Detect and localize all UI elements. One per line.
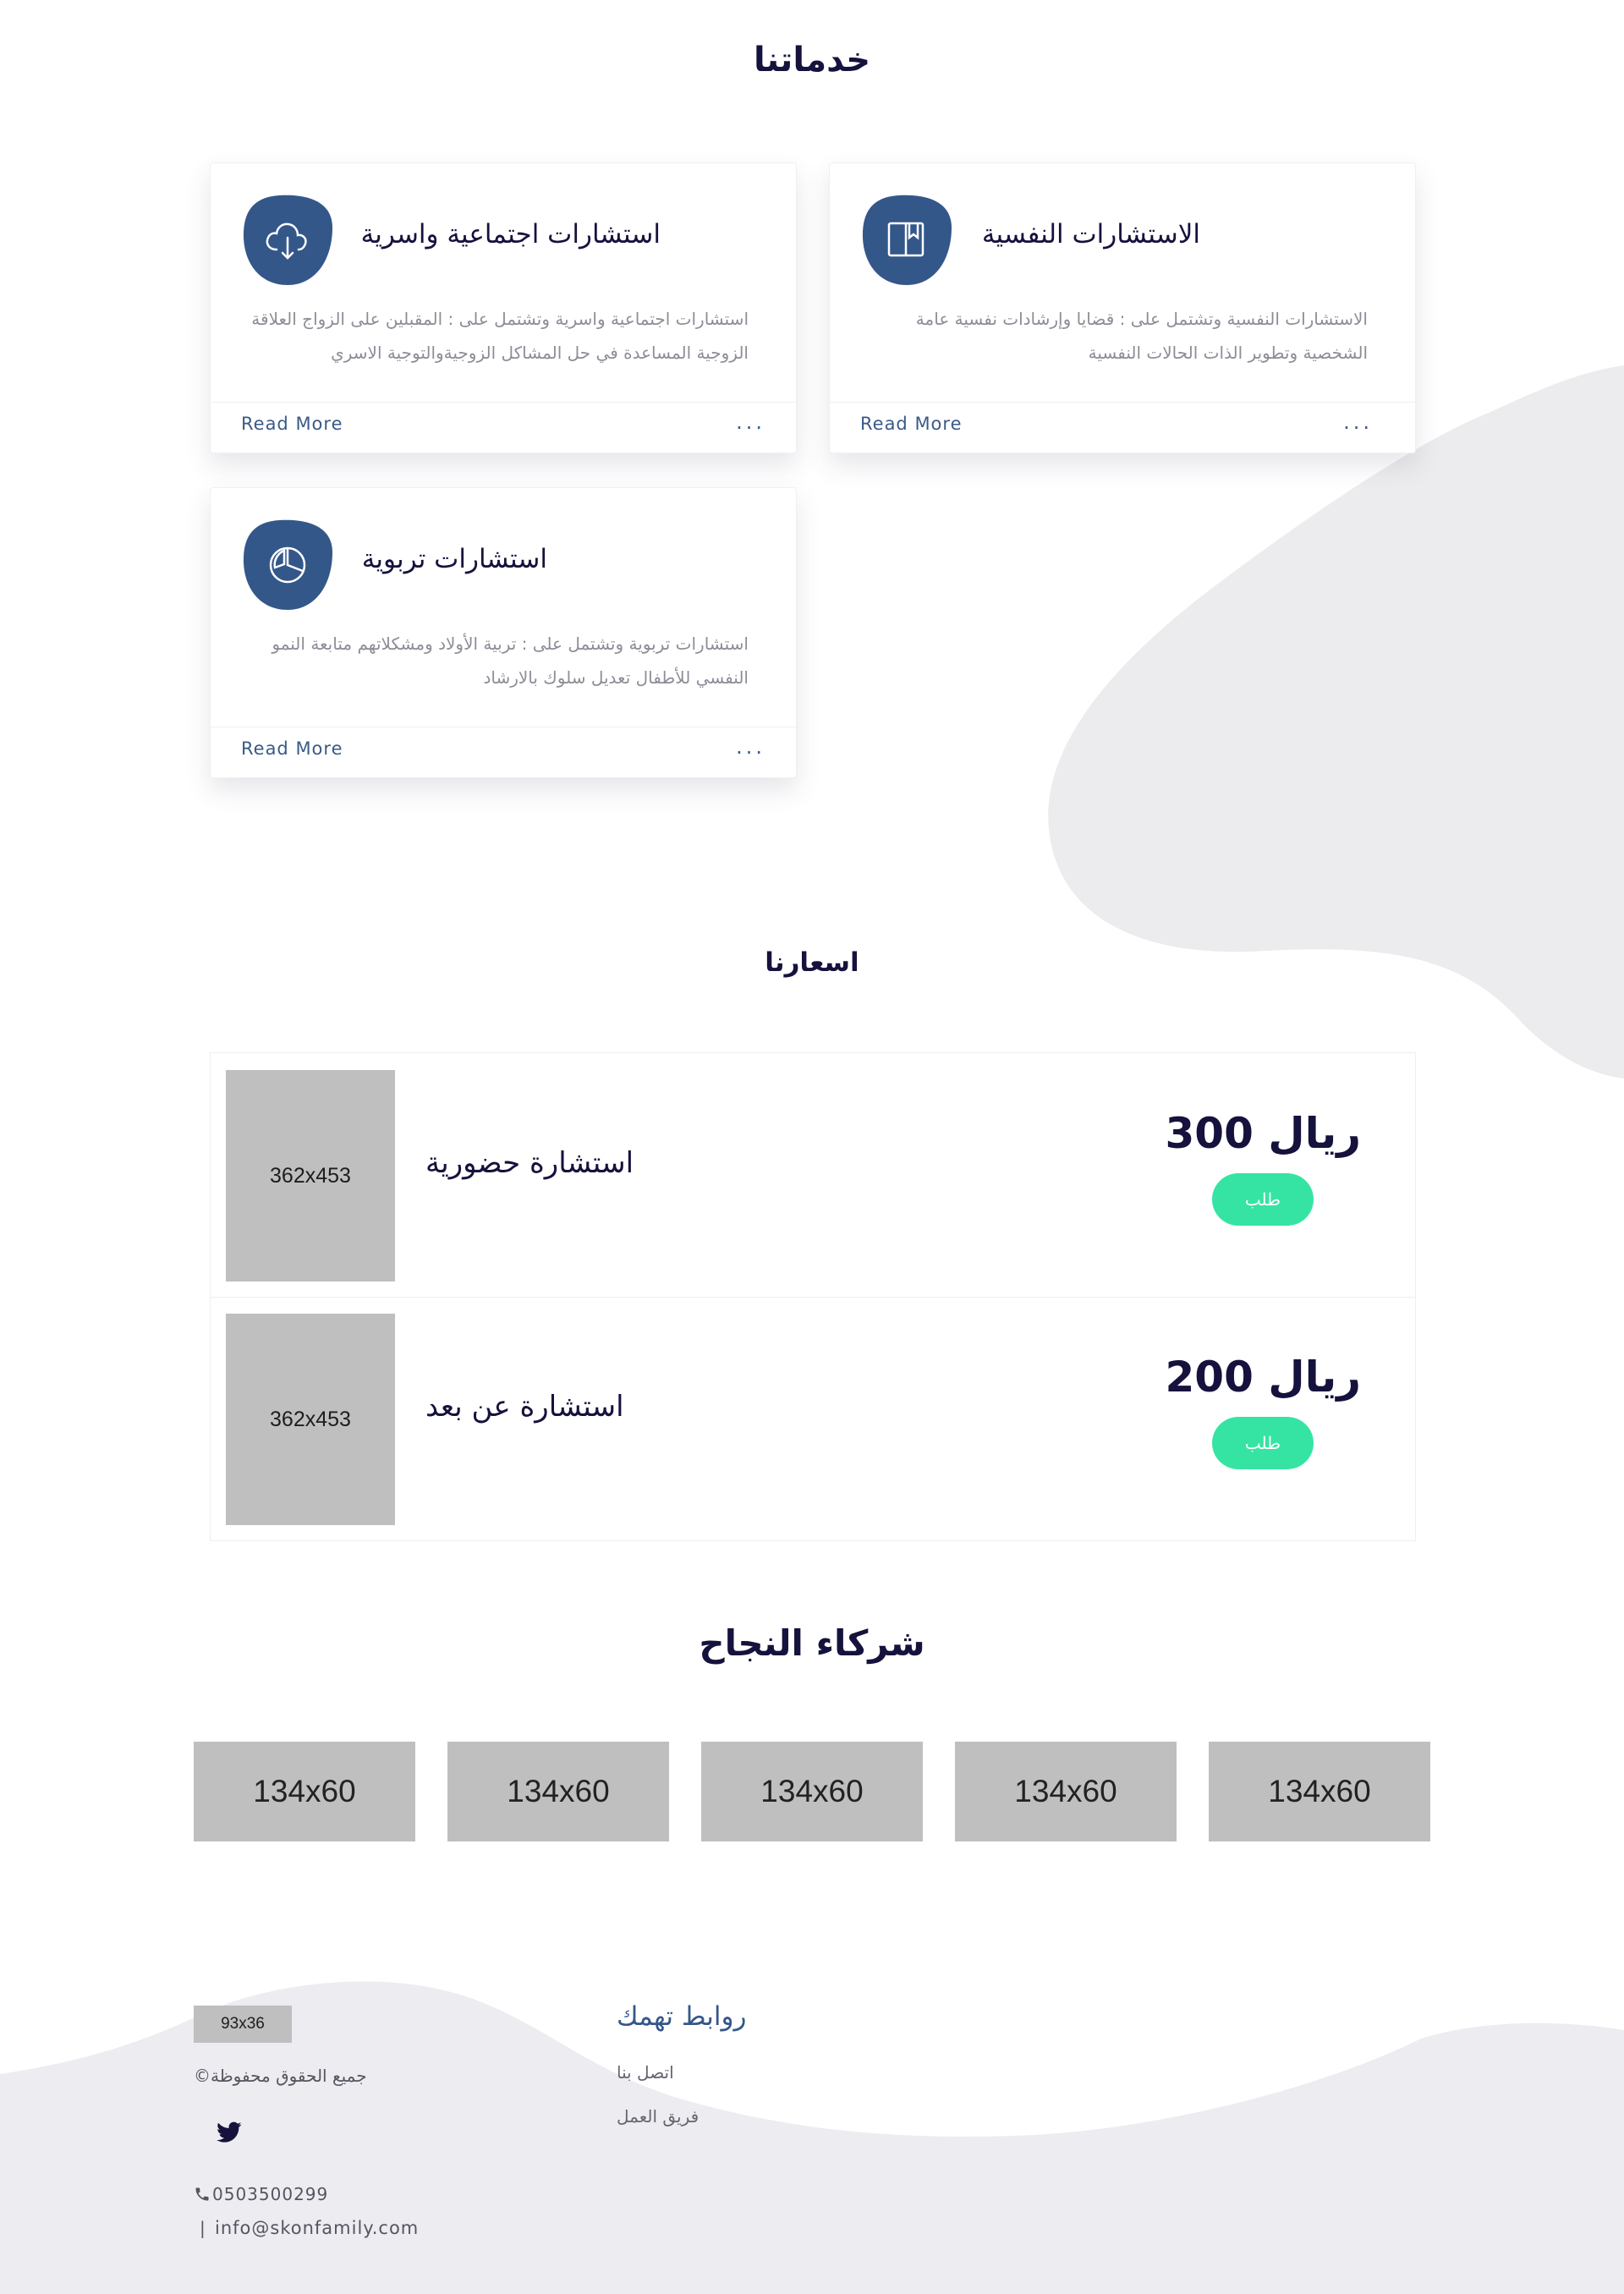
partner-logo[interactable]: 134x60 bbox=[1209, 1742, 1430, 1841]
card-title: الاستشارات النفسية bbox=[981, 219, 1200, 250]
services-title: خدماتنا bbox=[753, 41, 871, 80]
pricing-item-name: استشارة عن بعد bbox=[425, 1390, 624, 1424]
footer-link-team[interactable]: فريق العمل bbox=[617, 2106, 699, 2127]
more-dots-button[interactable]: ... bbox=[736, 410, 765, 434]
order-button[interactable]: طلب bbox=[1212, 1417, 1314, 1469]
card-description: الاستشارات النفسية وتشتمل على : قضايا وإ… bbox=[915, 309, 1368, 363]
pricing-row: 362x453 استشارة حضورية ريال 300 طلب bbox=[211, 1053, 1415, 1297]
card-divider bbox=[211, 402, 796, 403]
card-description: استشارات تربوية وتشتمل على : تربية الأول… bbox=[272, 634, 749, 688]
phone-icon bbox=[195, 2187, 209, 2201]
more-dots-button[interactable]: ... bbox=[736, 735, 765, 759]
partner-logo[interactable]: 134x60 bbox=[701, 1742, 923, 1841]
copyright-text: جميع الحقوق محفوظة© bbox=[194, 2066, 367, 2086]
cloud-download-icon bbox=[243, 195, 332, 285]
card-divider bbox=[830, 402, 1415, 403]
email-separator: | bbox=[200, 2218, 206, 2238]
service-image-placeholder: 362x453 bbox=[226, 1314, 395, 1525]
service-card-educational[interactable]: استشارات تربوية استشارات تربوية وتشتمل ع… bbox=[210, 487, 797, 778]
card-description: استشارات اجتماعية واسرية وتشتمل على : ال… bbox=[251, 309, 749, 363]
book-icon bbox=[862, 195, 952, 285]
pricing-title: اسعارنا bbox=[765, 947, 859, 978]
read-more-link[interactable]: Read More bbox=[241, 414, 343, 434]
partner-logo[interactable]: 134x60 bbox=[955, 1742, 1177, 1841]
links-title: روابط تهمك bbox=[617, 2001, 747, 2032]
pie-chart-icon bbox=[243, 519, 332, 610]
read-more-link[interactable]: Read More bbox=[860, 414, 963, 434]
pricing-item-price: ريال 300 bbox=[1165, 1109, 1362, 1158]
partner-logo[interactable]: 134x60 bbox=[447, 1742, 669, 1841]
pricing-table: 362x453 استشارة حضورية ريال 300 طلب 362x… bbox=[210, 1052, 1416, 1541]
phone-number[interactable]: 0503500299 bbox=[212, 2184, 328, 2204]
partner-logo[interactable]: 134x60 bbox=[194, 1742, 415, 1841]
pricing-item-price: ريال 200 bbox=[1165, 1353, 1362, 1402]
more-dots-button[interactable]: ... bbox=[1343, 410, 1373, 434]
footer-logo[interactable]: 93x36 bbox=[194, 2006, 292, 2043]
read-more-link[interactable]: Read More bbox=[241, 738, 343, 759]
pricing-item-name: استشارة حضورية bbox=[425, 1146, 634, 1180]
partners-title: شركاء النجاح bbox=[699, 1622, 925, 1664]
email-address[interactable]: info@skonfamily.com bbox=[215, 2218, 419, 2238]
twitter-icon[interactable] bbox=[217, 2121, 242, 2143]
footer-link-contact[interactable]: اتصل بنا bbox=[617, 2062, 674, 2083]
pricing-row: 362x453 استشارة عن بعد ريال 200 طلب bbox=[211, 1297, 1415, 1540]
service-card-social-family[interactable]: استشارات اجتماعية واسرية استشارات اجتماع… bbox=[210, 162, 797, 453]
card-title: استشارات تربوية bbox=[361, 544, 547, 574]
card-title: استشارات اجتماعية واسرية bbox=[360, 219, 661, 250]
service-card-psychological[interactable]: الاستشارات النفسية الاستشارات النفسية وت… bbox=[829, 162, 1416, 453]
service-image-placeholder: 362x453 bbox=[226, 1070, 395, 1281]
order-button[interactable]: طلب bbox=[1212, 1173, 1314, 1226]
